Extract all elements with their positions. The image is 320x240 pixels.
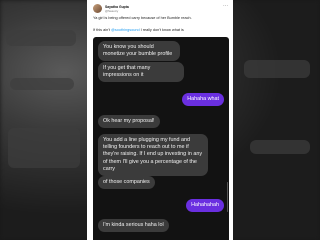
tweet-text-second-line: If this ain't @soothingsound I really do…: [93, 28, 229, 33]
blurred-bubble: [6, 30, 76, 46]
tweet-text: Ya girl is being offered carry because o…: [93, 16, 192, 20]
tweet-text-prefix: If this ain't: [93, 28, 112, 32]
blurred-bubble: [250, 140, 310, 154]
message-bubble-incoming: You add a line plugging my fund and tell…: [98, 134, 208, 177]
message-bubble-incoming: I'm kinda serious haha lol: [98, 219, 169, 233]
message-bubble-outgoing: Hahaha what: [182, 93, 224, 107]
message-bubble-outgoing: Hahahahah: [186, 199, 224, 213]
blurred-bubble: [8, 128, 80, 168]
message-bubble-incoming: of those companies: [98, 176, 155, 190]
scrollbar[interactable]: [226, 182, 228, 212]
mention-link[interactable]: @soothingsound: [111, 28, 140, 32]
author-name[interactable]: Sayatha Gupta: [105, 5, 129, 9]
tweet-text-suffix: I really don't know what is: [139, 28, 184, 32]
author-handle[interactable]: @Sasotry: [105, 9, 129, 13]
blurred-bubble: [244, 60, 310, 78]
avatar[interactable]: [93, 4, 102, 13]
tweet-author[interactable]: Sayatha Gupta @Sasotry: [93, 4, 129, 13]
tweet-card: Sayatha Gupta @Sasotry ··· Ya girl is be…: [87, 0, 233, 240]
message-bubble-incoming: If you get that many impressions on it: [98, 62, 184, 83]
message-bubble-incoming: Ok hear my proposal!: [98, 115, 160, 129]
blurred-bubble: [10, 78, 74, 90]
more-horizontal-icon[interactable]: ···: [223, 4, 228, 9]
chat-screenshot: You know you should monetize your bumble…: [93, 37, 229, 240]
message-bubble-incoming: You know you should monetize your bumble…: [98, 41, 180, 62]
